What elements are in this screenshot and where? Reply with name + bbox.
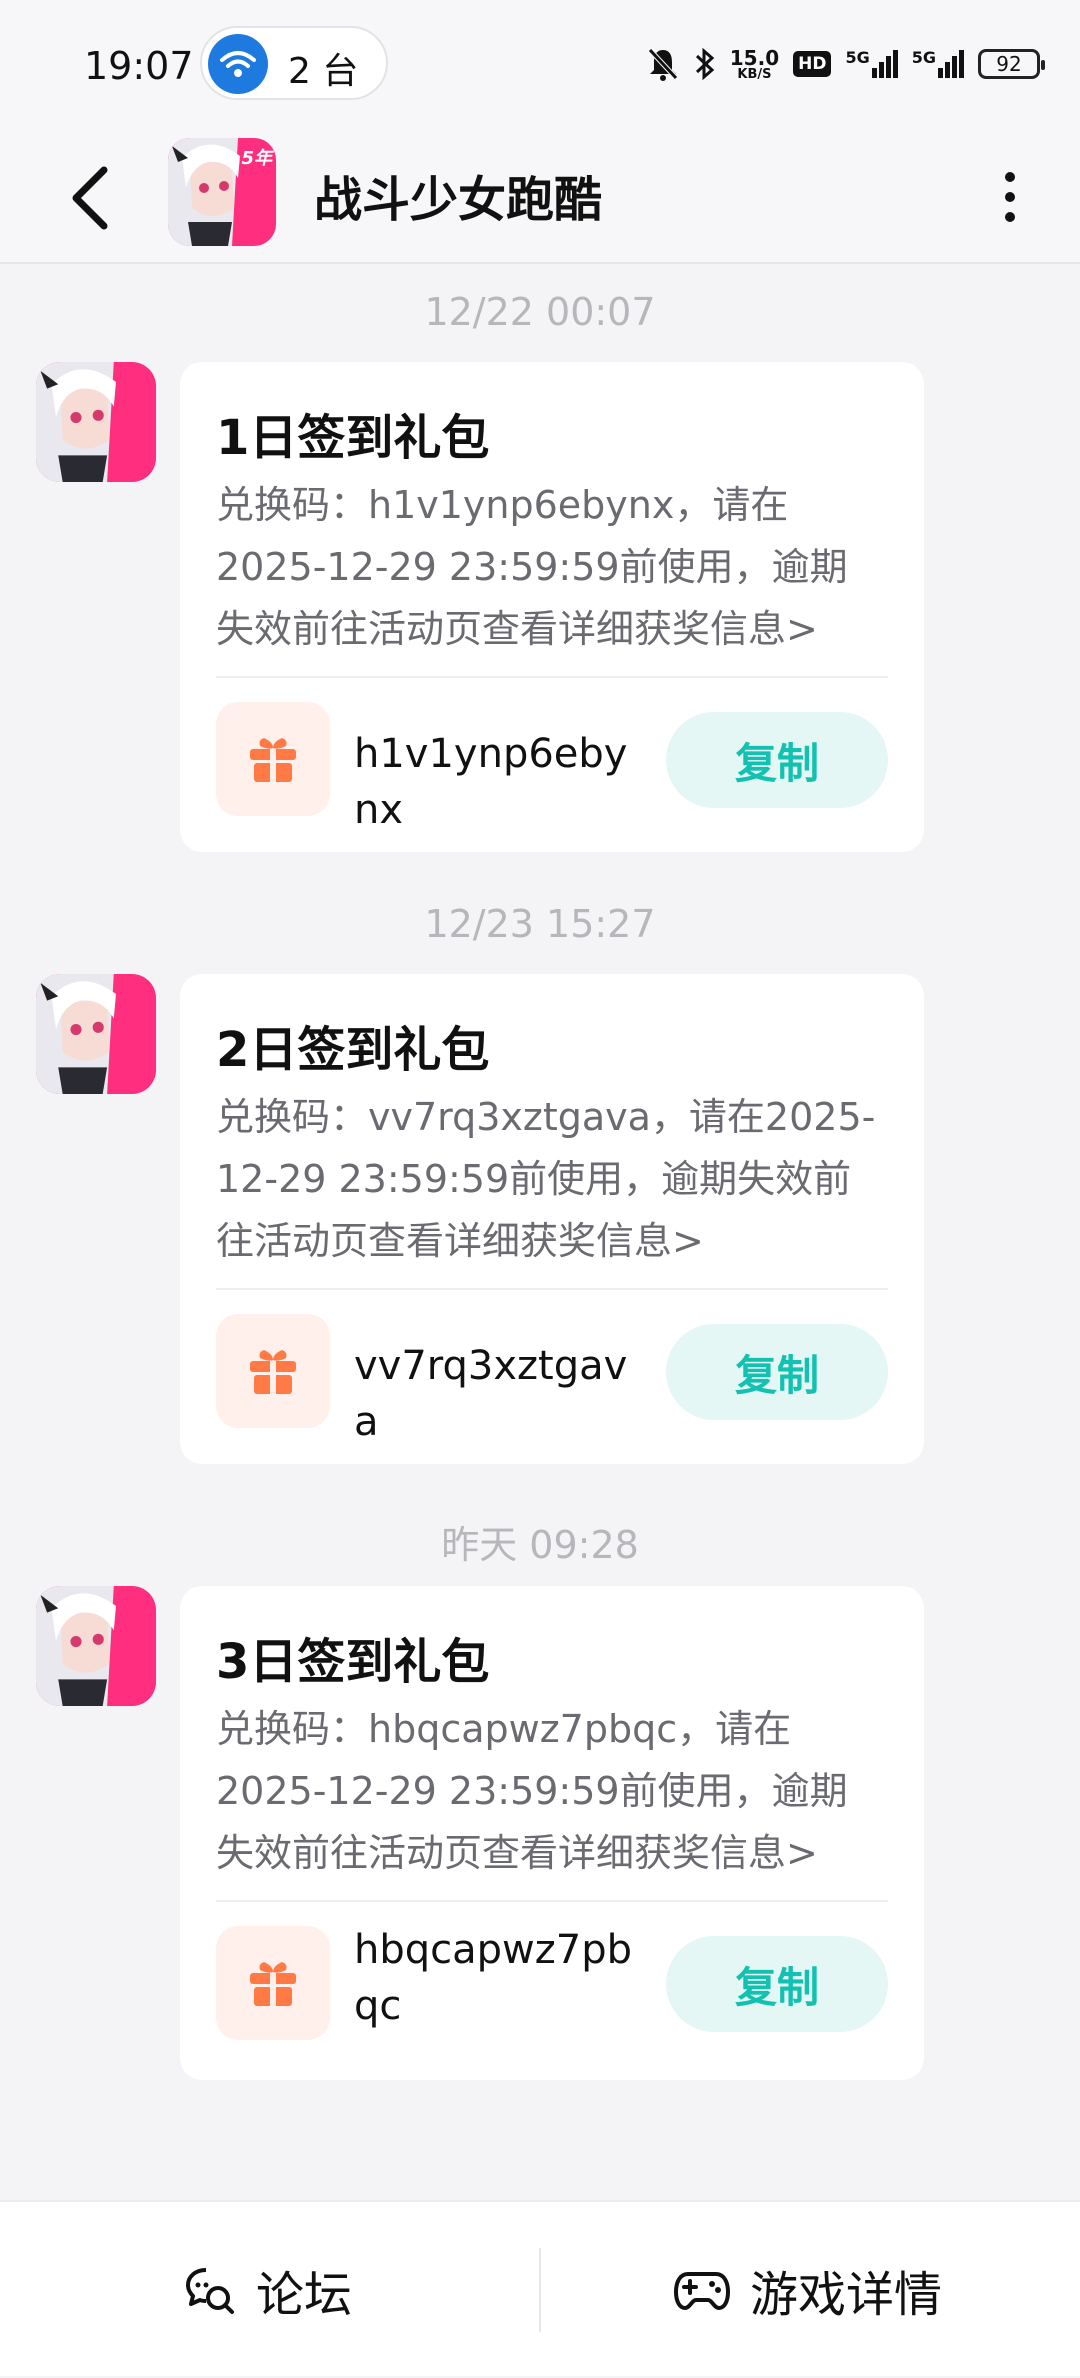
more-dot-icon <box>1005 172 1015 182</box>
sender-avatar[interactable] <box>36 362 156 482</box>
game-character-icon <box>36 362 156 482</box>
message-body-link[interactable]: 兑换码：h1v1ynp6ebynx，请在2025-12-29 23:59:59前… <box>216 474 876 660</box>
hotspot-icon <box>208 34 268 94</box>
app-header: 5年 战斗少女跑酷 <box>0 130 1080 264</box>
status-time: 19:07 <box>84 44 194 88</box>
forum-tab[interactable]: 论坛 <box>184 2202 352 2378</box>
status-icons: 15.0 KB/S HD 5G 5G 92 <box>646 42 1045 86</box>
signal-sim1: 5G <box>845 50 898 78</box>
message-card[interactable]: 2日签到礼包 兑换码：vv7rq3xztgava，请在2025-12-29 23… <box>180 974 924 1464</box>
more-options-button[interactable] <box>980 162 1040 232</box>
mute-bell-icon <box>647 48 678 81</box>
avatar-badge: 5年 <box>241 148 272 169</box>
chevron-left-icon <box>72 166 108 230</box>
message-timestamp: 昨天 09:28 <box>441 1523 639 1567</box>
gift-icon <box>250 1962 296 2006</box>
hotspot-count: 2 台 <box>288 51 359 92</box>
game-character-icon <box>36 1586 156 1706</box>
forum-label: 论坛 <box>256 2267 353 2323</box>
message-card[interactable]: 1日签到礼包 兑换码：h1v1ynp6ebynx，请在2025-12-29 23… <box>180 362 924 852</box>
game-details-label: 游戏详情 <box>750 2267 943 2323</box>
copy-button[interactable]: 复制 <box>666 712 888 808</box>
message-title: 3日签到礼包 <box>216 1634 490 1690</box>
hd-badge: HD <box>793 51 832 77</box>
status-bar: 19:07 2 台 15.0 KB/S HD 5G 5G 92 <box>0 0 1080 130</box>
message-body-link[interactable]: 兑换码：hbqcapwz7pbqc，请在2025-12-29 23:59:59前… <box>216 1698 876 1884</box>
message-title: 1日签到礼包 <box>216 410 490 466</box>
card-divider <box>216 1288 888 1290</box>
redeem-code: vv7rq3xztgava <box>354 1343 628 1445</box>
bottom-bar: 论坛 游戏详情 <box>0 2200 1080 2376</box>
sender-avatar[interactable] <box>36 974 156 1094</box>
hotspot-pill[interactable]: 2 台 <box>200 26 388 100</box>
sender-avatar[interactable] <box>36 1586 156 1706</box>
gamepad-icon <box>674 2272 730 2310</box>
copy-button[interactable]: 复制 <box>666 1324 888 1420</box>
back-button[interactable] <box>56 156 126 240</box>
message-title: 2日签到礼包 <box>216 1022 490 1078</box>
message-timestamp: 12/22 00:07 <box>424 290 656 334</box>
signal-sim2: 5G <box>912 50 964 78</box>
gift-tile <box>216 1314 330 1428</box>
card-divider <box>216 1900 888 1902</box>
bottom-divider <box>539 2248 541 2332</box>
game-details-tab[interactable]: 游戏详情 <box>674 2202 942 2378</box>
gift-tile <box>216 702 330 816</box>
redeem-code: h1v1ynp6ebynx <box>354 731 628 833</box>
net-speed: 15.0 KB/S <box>729 45 780 82</box>
message-body-link[interactable]: 兑换码：vv7rq3xztgava，请在2025-12-29 23:59:59前… <box>216 1086 876 1272</box>
card-divider <box>216 676 888 678</box>
gift-tile <box>216 1926 330 2040</box>
forum-chat-icon <box>186 2268 234 2314</box>
redeem-code: hbqcapwz7pbqc <box>354 1927 632 2029</box>
page-title: 战斗少女跑酷 <box>314 172 603 228</box>
battery-indicator: 92 <box>978 49 1045 79</box>
game-avatar[interactable]: 5年 <box>168 138 276 246</box>
bluetooth-icon <box>695 47 715 81</box>
copy-button[interactable]: 复制 <box>666 1936 888 2032</box>
game-character-icon <box>36 974 156 1094</box>
message-timestamp: 12/23 15:27 <box>424 902 656 946</box>
gift-icon <box>250 1350 296 1394</box>
gift-icon <box>250 738 296 782</box>
message-card[interactable]: 3日签到礼包 兑换码：hbqcapwz7pbqc，请在2025-12-29 23… <box>180 1586 924 2080</box>
